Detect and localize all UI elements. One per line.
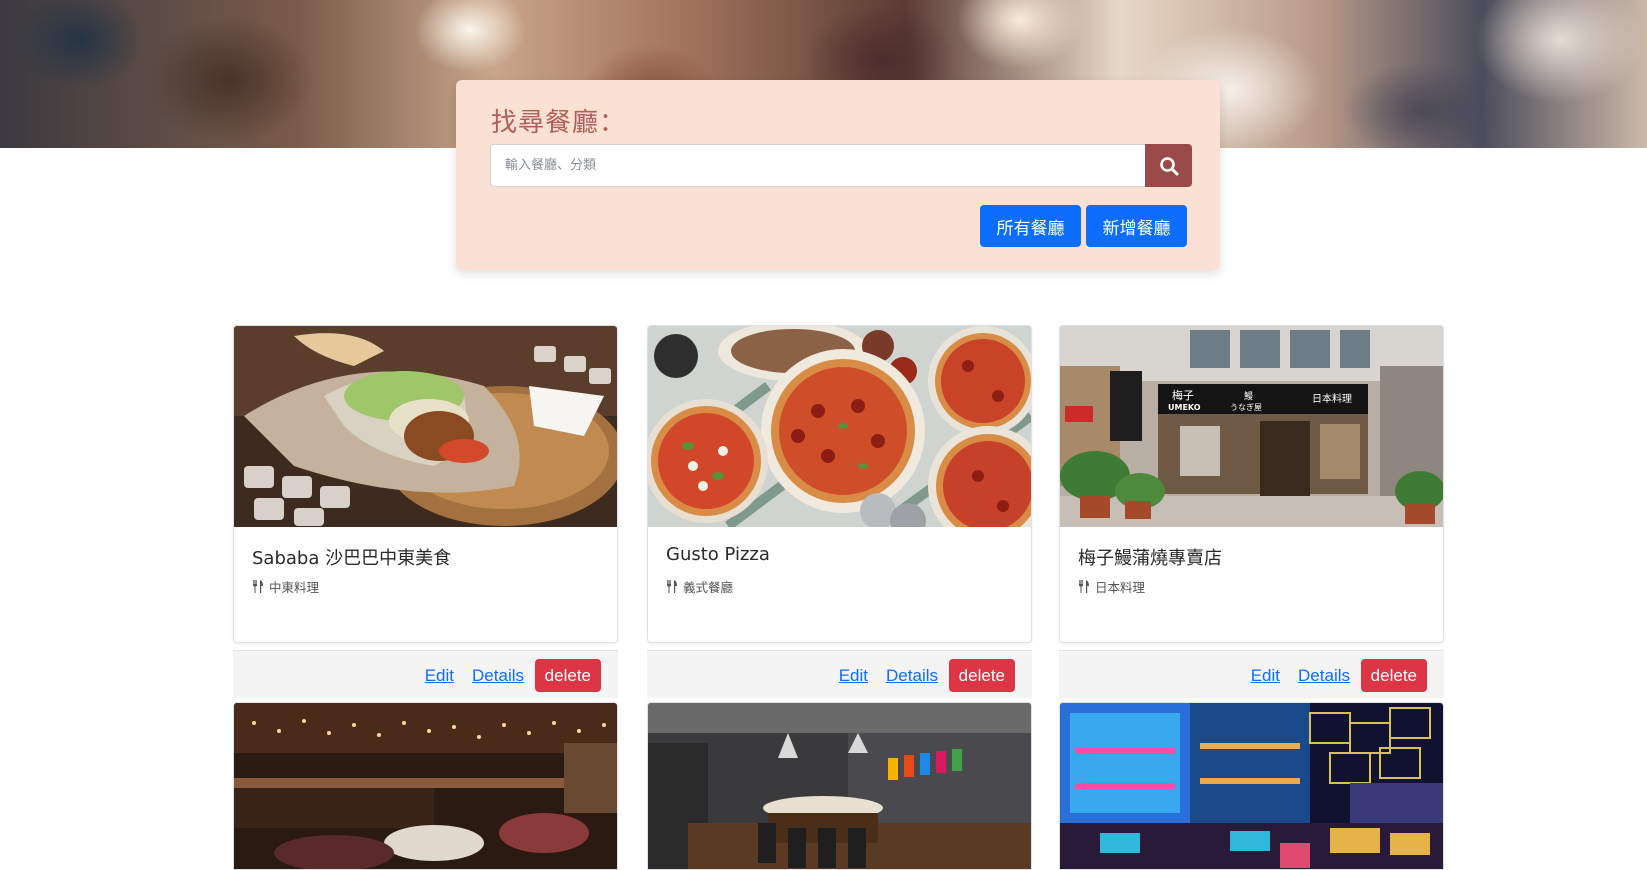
delete-button[interactable]: delete	[1360, 659, 1427, 692]
card-footer: Edit Details delete	[1059, 650, 1444, 698]
sign-eel: 鰻	[1244, 390, 1253, 402]
category-label: 義式餐廳	[683, 580, 734, 595]
restaurant-card[interactable]: Gusto Pizza 義式餐廳	[647, 325, 1032, 643]
restaurant-photo	[233, 702, 618, 870]
restaurant-photo	[648, 326, 1031, 527]
sign-latin: UMEKO	[1168, 403, 1201, 412]
all-restaurants-button[interactable]: 所有餐廳	[980, 205, 1081, 247]
restaurant-category: 義式餐廳	[666, 577, 733, 596]
restaurant-name: Sababa 沙巴巴中東美食	[252, 548, 452, 569]
card-footer: Edit Details delete	[647, 650, 1032, 698]
search-input[interactable]	[490, 144, 1146, 187]
search-icon	[1159, 156, 1178, 175]
restaurant-photo	[647, 702, 1032, 870]
new-restaurant-button[interactable]: 新增餐廳	[1086, 205, 1187, 247]
edit-link[interactable]: Edit	[839, 666, 868, 686]
sign-type: 日本料理	[1312, 392, 1352, 405]
restaurant-name: 梅子鰻蒲燒專賣店	[1078, 548, 1222, 569]
restaurant-photo	[234, 326, 617, 527]
category-label: 中東料理	[269, 580, 320, 595]
sign-kana: うなぎ屋	[1230, 402, 1262, 412]
search-title: 找尋餐廳：	[491, 108, 627, 138]
restaurant-category: 日本料理	[1078, 577, 1145, 596]
delete-button[interactable]: delete	[948, 659, 1015, 692]
search-panel: 找尋餐廳： 所有餐廳 新增餐廳	[456, 80, 1220, 270]
delete-button[interactable]: delete	[534, 659, 601, 692]
search-button[interactable]	[1145, 144, 1192, 187]
edit-link[interactable]: Edit	[425, 666, 454, 686]
restaurant-photo	[1059, 702, 1444, 870]
edit-link[interactable]: Edit	[1251, 666, 1280, 686]
utensils-icon	[1079, 580, 1089, 593]
restaurant-photo: 梅子 UMEKO 鰻 うなぎ屋 日本料理	[1060, 326, 1443, 527]
details-link[interactable]: Details	[472, 666, 524, 686]
category-label: 日本料理	[1095, 580, 1146, 595]
details-link[interactable]: Details	[1298, 666, 1350, 686]
restaurant-name: Gusto Pizza	[666, 544, 770, 565]
sign-name: 梅子	[1172, 388, 1194, 402]
utensils-icon	[667, 580, 677, 593]
details-link[interactable]: Details	[886, 666, 938, 686]
restaurant-category: 中東料理	[252, 577, 319, 596]
card-footer: Edit Details delete	[233, 650, 618, 698]
utensils-icon	[253, 580, 263, 593]
restaurant-card[interactable]: 梅子 UMEKO 鰻 うなぎ屋 日本料理 梅子鰻蒲燒專賣店 日本料理	[1059, 325, 1444, 643]
restaurant-card[interactable]: Sababa 沙巴巴中東美食 中東料理	[233, 325, 618, 643]
